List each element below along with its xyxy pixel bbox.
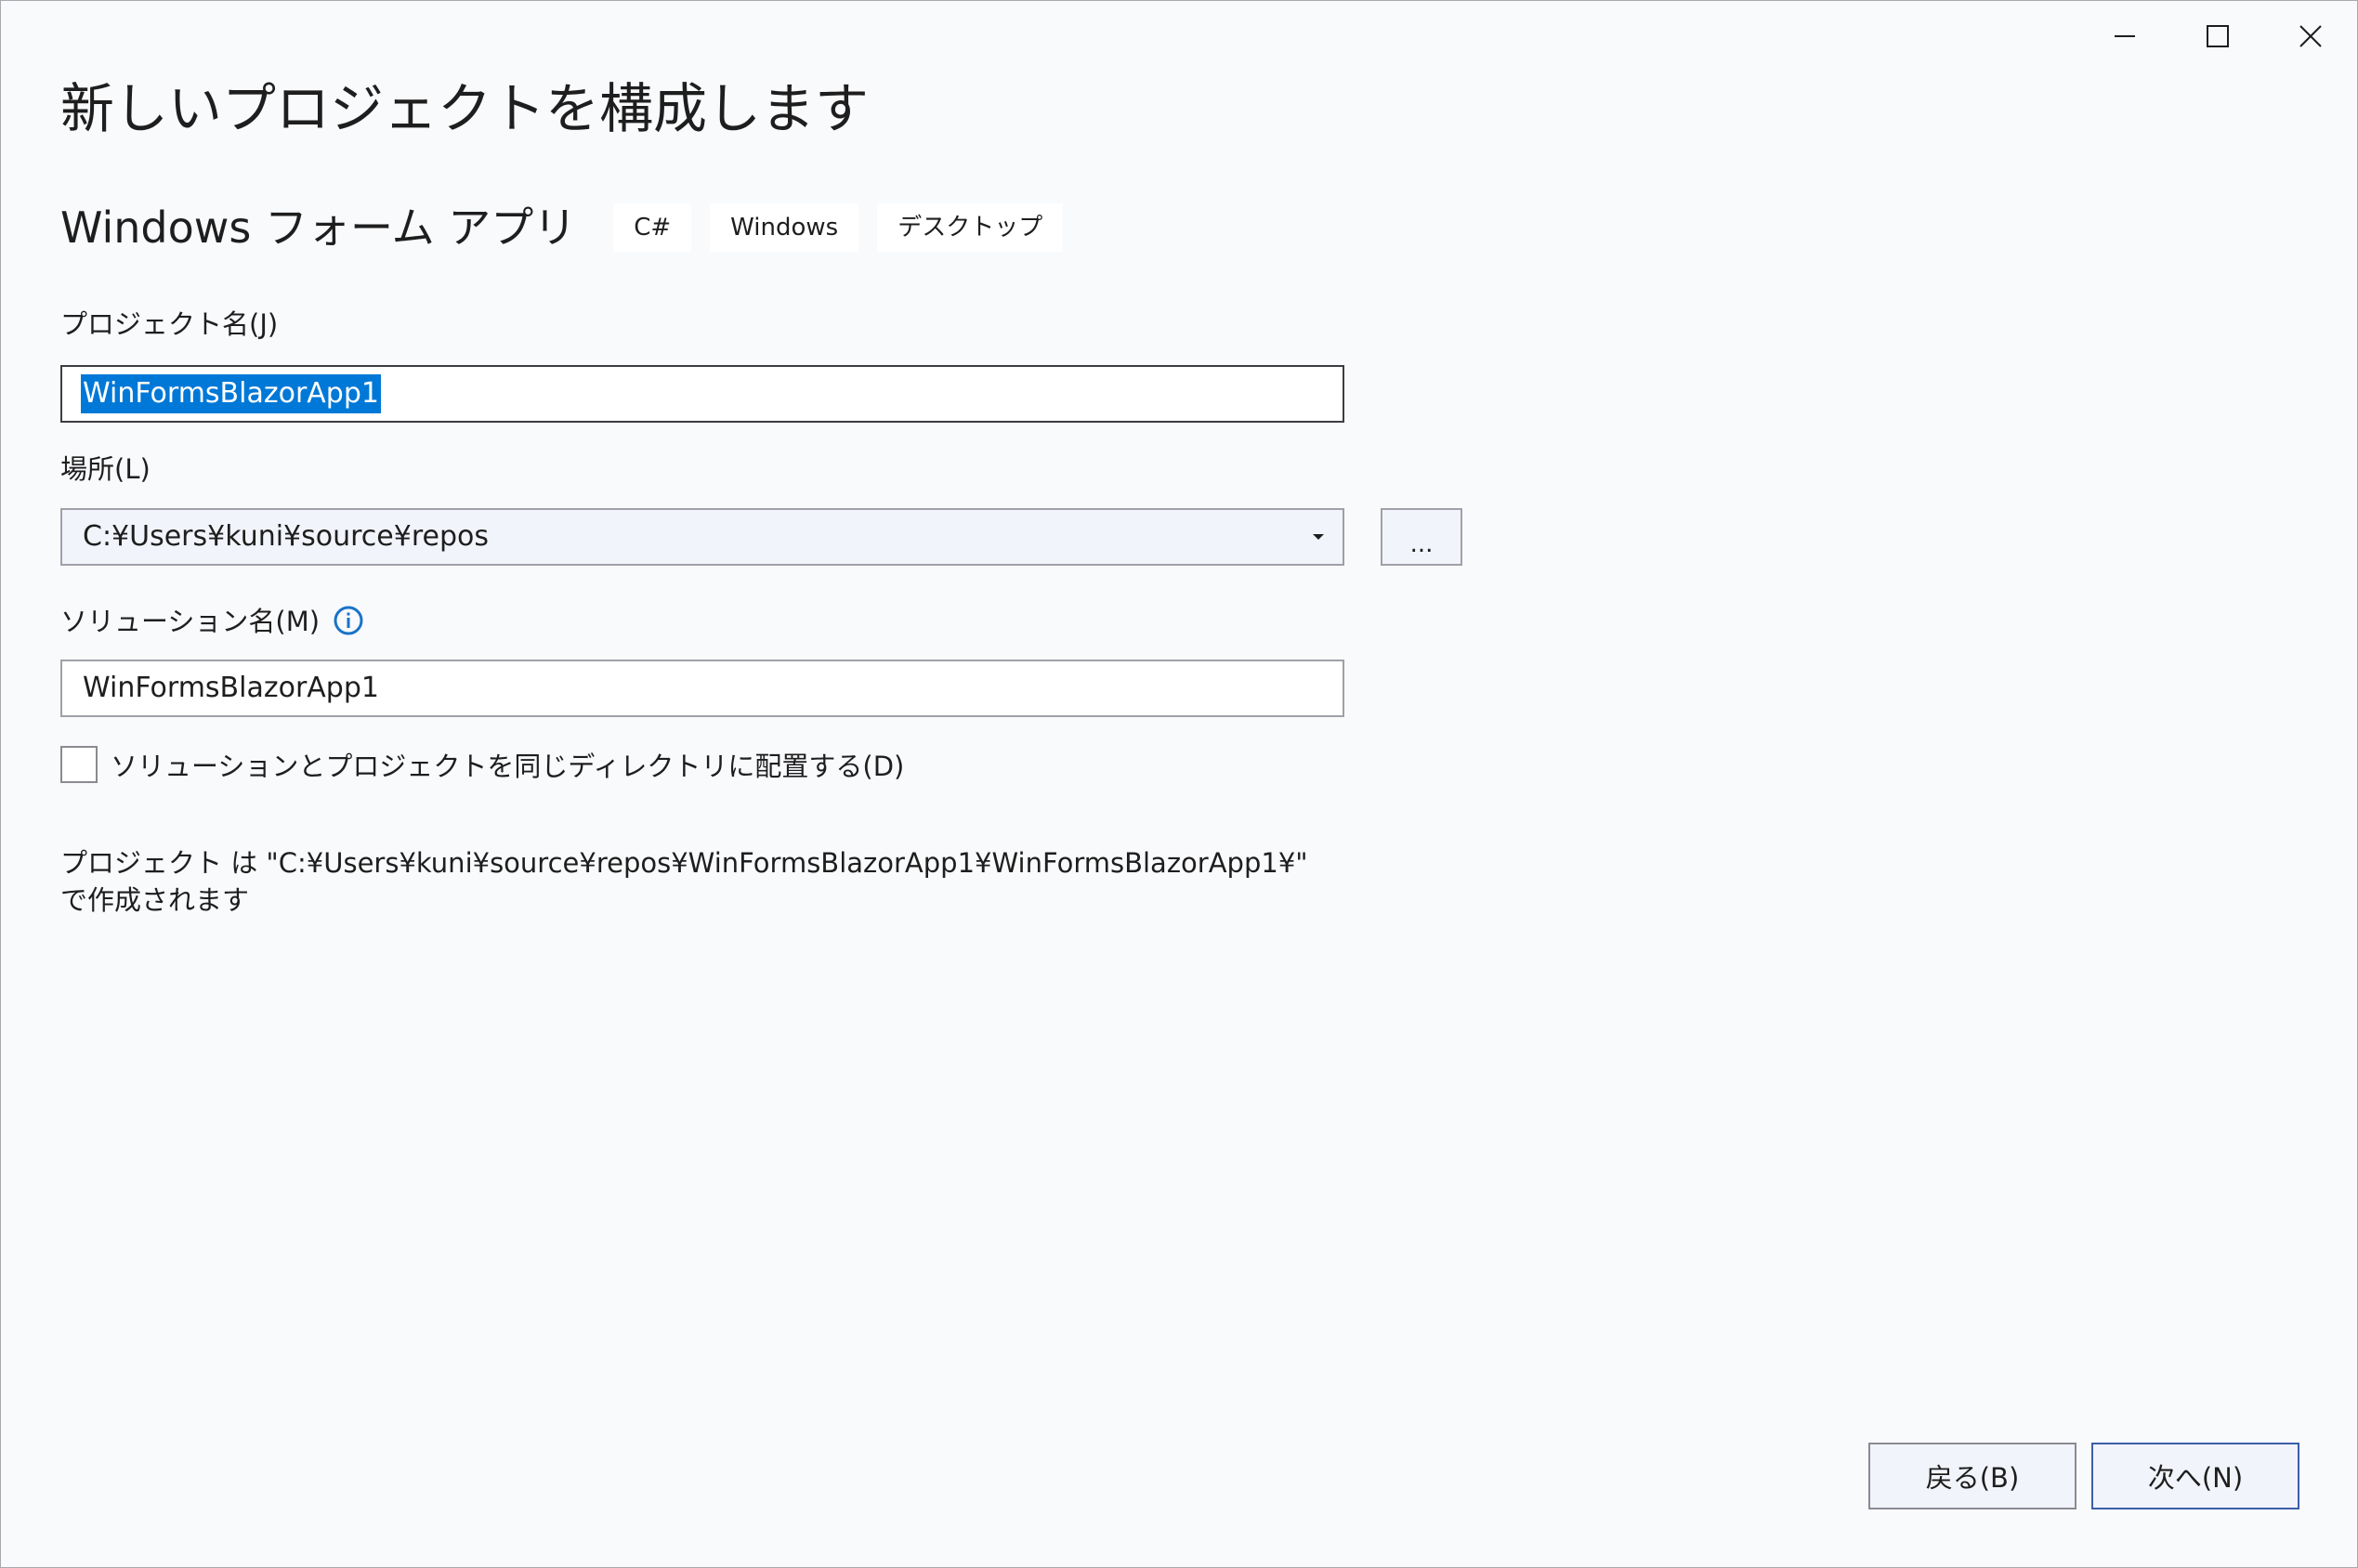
dropdown-arrow-icon[interactable] bbox=[1302, 510, 1335, 564]
maximize-icon bbox=[2207, 25, 2229, 47]
close-icon bbox=[2299, 25, 2322, 47]
solution-name-value: WinFormsBlazorApp1 bbox=[83, 672, 379, 704]
window-controls bbox=[2078, 1, 2357, 72]
solution-name-label: ソリューション名(M) bbox=[60, 606, 321, 637]
page-title: 新しいプロジェクトを構成します bbox=[60, 77, 870, 140]
browse-button[interactable]: ... bbox=[1381, 508, 1462, 566]
location-value: C:¥Users¥kuni¥source¥repos bbox=[83, 520, 490, 553]
tag-platform: Windows bbox=[710, 203, 859, 252]
maximize-button[interactable] bbox=[2171, 1, 2264, 72]
same-directory-label[interactable]: ソリューションとプロジェクトを同じディレクトリに配置する(D) bbox=[111, 748, 904, 785]
tag-language: C# bbox=[613, 203, 692, 252]
close-button[interactable] bbox=[2264, 1, 2357, 72]
minimize-button[interactable] bbox=[2078, 1, 2171, 72]
info-icon[interactable] bbox=[333, 605, 364, 636]
template-name: Windows フォーム アプリ bbox=[60, 203, 577, 253]
next-button[interactable]: 次へ(N) bbox=[2091, 1443, 2299, 1509]
configure-project-dialog: 新しいプロジェクトを構成します Windows フォーム アプリ C# Wind… bbox=[0, 0, 2358, 1568]
location-combobox[interactable]: C:¥Users¥kuni¥source¥repos bbox=[60, 508, 1344, 566]
project-name-label: プロジェクト名(J) bbox=[60, 308, 279, 340]
location-label: 場所(L) bbox=[60, 453, 151, 485]
template-info: Windows フォーム アプリ C# Windows デスクトップ bbox=[60, 200, 1081, 255]
minimize-icon bbox=[2115, 35, 2135, 37]
solution-name-label-row: ソリューション名(M) bbox=[60, 603, 364, 640]
project-name-value: WinFormsBlazorApp1 bbox=[81, 374, 381, 413]
project-path-info: プロジェクト は "C:¥Users¥kuni¥source¥repos¥Win… bbox=[60, 847, 1308, 916]
tag-project-type: デスクトップ bbox=[877, 203, 1064, 252]
project-name-input[interactable]: WinFormsBlazorApp1 bbox=[60, 365, 1344, 423]
solution-name-input[interactable]: WinFormsBlazorApp1 bbox=[60, 660, 1344, 717]
back-button[interactable]: 戻る(B) bbox=[1868, 1443, 2076, 1509]
same-directory-checkbox[interactable] bbox=[60, 746, 98, 783]
